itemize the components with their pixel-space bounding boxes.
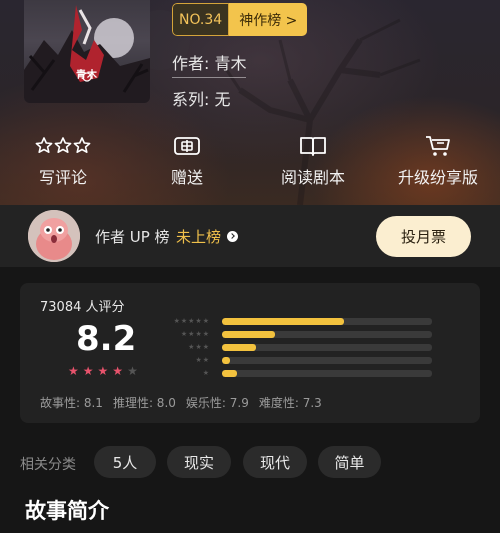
rank-badge[interactable]: NO.34 神作榜 > [172, 3, 308, 36]
distribution-bar [222, 357, 231, 364]
distribution-star-label: ★★★★ [180, 330, 210, 338]
star-icon: ★ [112, 364, 124, 378]
upgrade-label: 升级纷享版 [397, 168, 478, 187]
tag-chip[interactable]: 简单 [318, 446, 381, 478]
distribution-star-label: ★★★ [188, 343, 210, 351]
author-link[interactable]: 作者: 青木 [172, 50, 247, 78]
rating-distribution: ★★★★★ ★★★★ ★★★ ★★ ★ [170, 317, 434, 382]
write-review-button[interactable]: 写评论 [34, 134, 92, 188]
rating-count: 73084 人评分 [40, 300, 125, 315]
star-icon: ★ [68, 364, 79, 378]
distribution-bar [222, 331, 275, 338]
author-rank-status-text: 未上榜 [176, 228, 222, 246]
open-book-icon [270, 134, 356, 158]
distribution-track [222, 357, 432, 364]
read-script-button[interactable]: 阅读剧本 [270, 134, 356, 188]
rating-score: 8.2 [76, 319, 137, 359]
distribution-bar [222, 318, 344, 325]
distribution-track [222, 344, 432, 351]
book-cover[interactable]: 青木 [24, 0, 150, 103]
star-icon: ★ [127, 364, 138, 378]
gift-label: 赠送 [170, 168, 203, 187]
author-rank-strip: 作者 UP 榜 未上榜 投月票 [0, 205, 500, 267]
distribution-track [222, 318, 432, 325]
write-review-label: 写评论 [38, 168, 87, 187]
sub-score-difficulty: 难度性: 7.3 [258, 396, 322, 410]
distribution-row: ★★ [170, 356, 434, 369]
distribution-row: ★★★★ [170, 330, 434, 343]
read-script-label: 阅读剧本 [280, 168, 345, 187]
distribution-bar [222, 370, 237, 377]
story-intro-heading: 故事简介 [25, 499, 109, 523]
cover-author-name: 青木 [76, 70, 98, 81]
tag-chip[interactable]: 5人 [94, 446, 156, 478]
star-icon: ★ [97, 364, 109, 378]
distribution-bar [222, 344, 256, 351]
distribution-track [222, 331, 432, 338]
star-icon: ★ [82, 364, 94, 378]
chevron-right-icon [227, 231, 239, 242]
rating-stars: ★ ★ ★ ★ ★ [68, 365, 138, 377]
distribution-star-label: ★★★★★ [173, 317, 210, 325]
sub-score-story: 故事性: 8.1 [40, 396, 103, 410]
tag-chip[interactable]: 现实 [167, 446, 231, 478]
distribution-row: ★ [170, 369, 434, 382]
sub-score-reasoning: 推理性: 8.0 [112, 396, 176, 410]
sub-scores: 故事性: 8.1 推理性: 8.0 娱乐性: 7.9 难度性: 7.3 [40, 394, 332, 411]
cover-art-image [24, 5, 150, 103]
distribution-row: ★★★ [170, 343, 434, 356]
rank-number: NO.34 [172, 3, 230, 36]
three-stars-icon [34, 134, 92, 158]
tag-chip[interactable]: 现代 [243, 446, 307, 478]
rank-list-link[interactable]: 神作榜 > [229, 3, 308, 36]
related-tags-label: 相关分类 [20, 457, 76, 473]
distribution-star-label: ★ [202, 369, 210, 377]
avatar[interactable] [28, 210, 80, 262]
action-bar: 写评论 赠送 阅读剧本 升级纷享版 [0, 134, 500, 194]
sub-score-fun: 娱乐性: 7.9 [185, 396, 249, 410]
gift-card-icon [158, 134, 216, 158]
author-up-rank-label: 作者 UP 榜 [95, 228, 170, 246]
rating-card: 73084 人评分 8.2 ★ ★ ★ ★ ★ ★★★★★ ★★★★ ★★★ ★★ ★ 故事性:… [20, 283, 480, 423]
distribution-row: ★★★★★ [170, 317, 434, 330]
series-info: 系列: 无 [172, 90, 231, 109]
distribution-track [222, 370, 432, 377]
shopping-cart-icon [386, 134, 490, 158]
author-rank-status[interactable]: 未上榜 [176, 226, 239, 247]
gift-button[interactable]: 赠送 [158, 134, 216, 188]
distribution-star-label: ★★ [195, 356, 210, 364]
upgrade-button[interactable]: 升级纷享版 [386, 134, 490, 188]
monthly-vote-button[interactable]: 投月票 [376, 216, 471, 257]
book-header: 青木 NO.34 神作榜 > 作者: 青木 系列: 无 写评论 赠送 阅读剧本 … [0, 0, 500, 205]
